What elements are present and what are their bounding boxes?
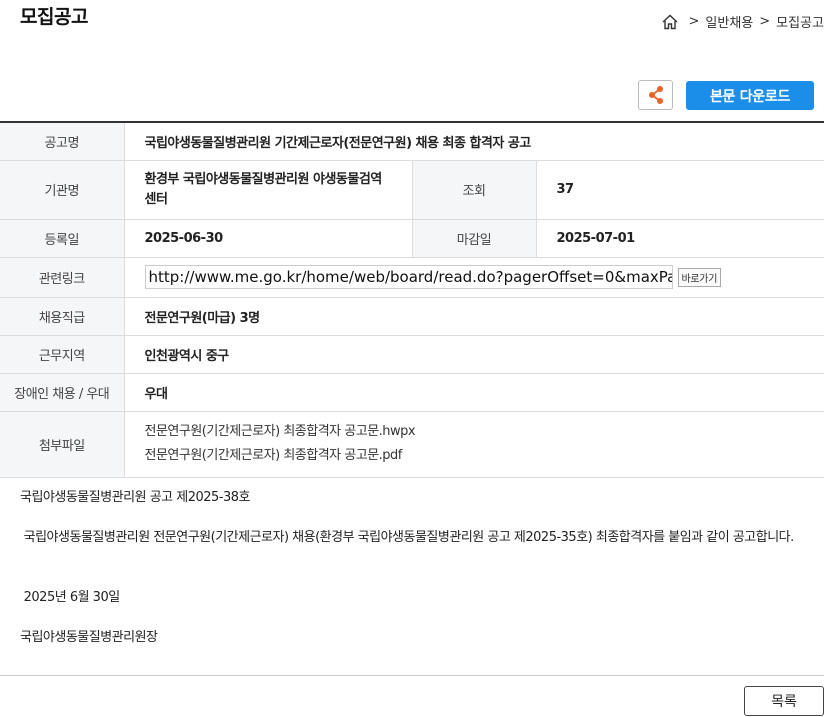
link-cell: http://www.me.go.kr/home/web/board/read.… [124, 257, 824, 298]
notice-name-label: 공고명 [0, 122, 125, 161]
breadcrumb-separator: > [688, 14, 700, 29]
position-value: 전문연구원(마급) 3명 [124, 297, 824, 336]
breadcrumb: > 일반채용 > 모집공고 [661, 12, 824, 31]
go-button[interactable]: 바로가기 [677, 267, 722, 287]
region-value: 인천광역시 중구 [124, 335, 824, 374]
views-value: 37 [536, 160, 824, 220]
download-button[interactable]: 본문 다운로드 [686, 81, 814, 110]
link-field[interactable]: http://www.me.go.kr/home/web/board/read.… [144, 265, 673, 289]
table-row: 기관명 환경부 국립야생동물질병관리원 야생동물검역센터 조회 37 [0, 160, 824, 220]
region-label: 근무지역 [0, 335, 125, 374]
share-button[interactable] [638, 80, 673, 110]
views-label: 조회 [412, 160, 537, 220]
breadcrumb-separator: > [759, 14, 771, 29]
deadline-value: 2025-07-01 [536, 219, 824, 258]
org-label: 기관명 [0, 160, 125, 220]
reg-date-value: 2025-06-30 [124, 219, 413, 258]
share-icon [648, 86, 663, 104]
link-label: 관련링크 [0, 257, 125, 298]
table-row: 첨부파일 전문연구원(기간제근로자) 최종합격자 공고문.hwpx 전문연구원(… [0, 411, 824, 478]
deadline-label: 마감일 [412, 219, 537, 258]
home-icon[interactable] [661, 13, 679, 31]
notice-body: 국립야생동물질병관리원 공고 제2025-38호 국립야생동물질병관리원 전문연… [20, 488, 810, 648]
org-value: 환경부 국립야생동물질병관리원 야생동물검역센터 [124, 160, 413, 220]
table-row: 채용직급 전문연구원(마급) 3명 [0, 297, 824, 336]
body-line: 2025년 6월 30일 [20, 590, 121, 605]
attachments-cell: 전문연구원(기간제근로자) 최종합격자 공고문.hwpx 전문연구원(기간제근로… [124, 411, 824, 478]
notice-name-value: 국립야생동물질병관리원 기간제근로자(전문연구원) 채용 최종 합격자 공고 [124, 122, 824, 161]
page-title: 모집공고 [20, 6, 88, 28]
breadcrumb-item-recruit[interactable]: 모집공고 [776, 12, 824, 31]
notice-info-table: 공고명 국립야생동물질병관리원 기간제근로자(전문연구원) 채용 최종 합격자 … [0, 121, 824, 478]
disabled-value: 우대 [124, 373, 824, 412]
disabled-label: 장애인 채용 / 우대 [0, 373, 125, 412]
table-row: 관련링크 http://www.me.go.kr/home/web/board/… [0, 257, 824, 298]
table-row: 등록일 2025-06-30 마감일 2025-07-01 [0, 219, 824, 258]
divider [0, 675, 824, 676]
list-button[interactable]: 목록 [744, 686, 824, 716]
body-line: 국립야생동물질병관리원 전문연구원(기간제근로자) 채용(환경부 국립야생동물질… [20, 530, 795, 545]
breadcrumb-item-general[interactable]: 일반채용 [705, 12, 753, 31]
body-line: 국립야생동물질병관리원 공고 제2025-38호 [20, 490, 250, 505]
table-row: 근무지역 인천광역시 중구 [0, 335, 824, 374]
table-row: 장애인 채용 / 우대 우대 [0, 373, 824, 412]
attachment-link[interactable]: 전문연구원(기간제근로자) 최종합격자 공고문.hwpx [145, 420, 824, 444]
body-line: 국립야생동물질병관리원장 [20, 630, 158, 645]
position-label: 채용직급 [0, 297, 125, 336]
reg-date-label: 등록일 [0, 219, 125, 258]
table-row: 공고명 국립야생동물질병관리원 기간제근로자(전문연구원) 채용 최종 합격자 … [0, 122, 824, 161]
attachment-link[interactable]: 전문연구원(기간제근로자) 최종합격자 공고문.pdf [145, 444, 824, 468]
attachments-label: 첨부파일 [0, 411, 125, 478]
